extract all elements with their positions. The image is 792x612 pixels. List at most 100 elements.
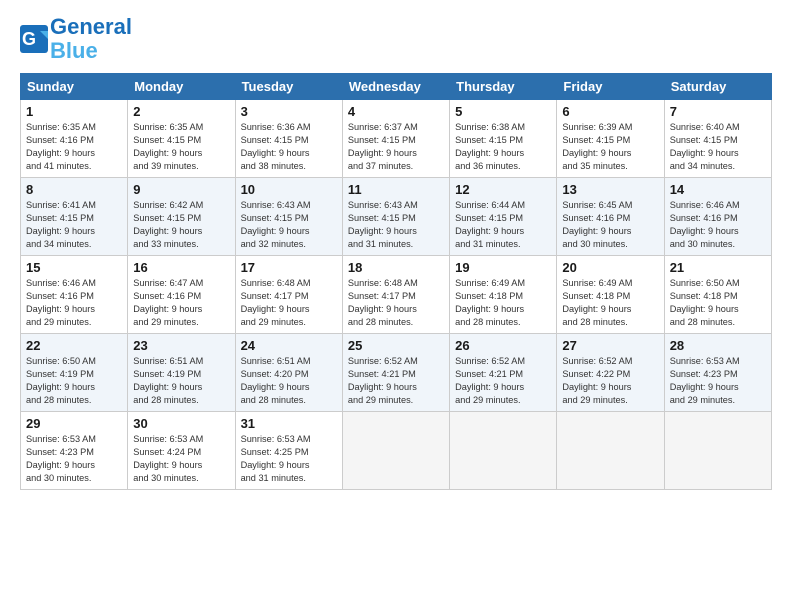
- week-row-2: 8 Sunrise: 6:41 AMSunset: 4:15 PMDaylight…: [21, 178, 772, 256]
- day-number: 30: [133, 416, 229, 431]
- day-cell: 29 Sunrise: 6:53 AMSunset: 4:23 PMDayligh…: [21, 412, 128, 490]
- day-cell: 14Sunrise: 6:46 AMSunset: 4:16 PMDayligh…: [664, 178, 771, 256]
- day-cell: 24 Sunrise: 6:51 AMSunset: 4:20 PMDayligh…: [235, 334, 342, 412]
- day-info: Sunrise: 6:52 AMSunset: 4:21 PMDaylight:…: [455, 355, 551, 407]
- calendar-table: SundayMondayTuesdayWednesdayThursdayFrid…: [20, 73, 772, 490]
- day-number: 27: [562, 338, 658, 353]
- day-info: Sunrise: 6:49 AMSunset: 4:18 PMDaylight:…: [562, 277, 658, 329]
- day-info: Sunrise: 6:49 AMSunset: 4:18 PMDaylight:…: [455, 277, 551, 329]
- day-number: 6: [562, 104, 658, 119]
- day-number: 28: [670, 338, 766, 353]
- day-number: 5: [455, 104, 551, 119]
- day-number: 23: [133, 338, 229, 353]
- day-number: 21: [670, 260, 766, 275]
- day-info: Sunrise: 6:42 AMSunset: 4:15 PMDaylight:…: [133, 199, 229, 251]
- day-number: 8: [26, 182, 122, 197]
- day-info: Sunrise: 6:38 AMSunset: 4:15 PMDaylight:…: [455, 121, 551, 173]
- day-info: Sunrise: 6:37 AMSunset: 4:15 PMDaylight:…: [348, 121, 444, 173]
- day-cell: 10Sunrise: 6:43 AMSunset: 4:15 PMDayligh…: [235, 178, 342, 256]
- day-info: Sunrise: 6:44 AMSunset: 4:15 PMDaylight:…: [455, 199, 551, 251]
- day-number: 4: [348, 104, 444, 119]
- day-cell: 25 Sunrise: 6:52 AMSunset: 4:21 PMDayligh…: [342, 334, 449, 412]
- day-info: Sunrise: 6:45 AMSunset: 4:16 PMDaylight:…: [562, 199, 658, 251]
- day-cell: [557, 412, 664, 490]
- day-info: Sunrise: 6:40 AMSunset: 4:15 PMDaylight:…: [670, 121, 766, 173]
- day-number: 26: [455, 338, 551, 353]
- day-cell: 5 Sunrise: 6:38 AMSunset: 4:15 PMDaylight…: [450, 100, 557, 178]
- day-cell: 31 Sunrise: 6:53 AMSunset: 4:25 PMDayligh…: [235, 412, 342, 490]
- day-number: 19: [455, 260, 551, 275]
- day-info: Sunrise: 6:50 AMSunset: 4:19 PMDaylight:…: [26, 355, 122, 407]
- day-info: Sunrise: 6:46 AMSunset: 4:16 PMDaylight:…: [26, 277, 122, 329]
- day-info: Sunrise: 6:51 AMSunset: 4:20 PMDaylight:…: [241, 355, 337, 407]
- day-info: Sunrise: 6:52 AMSunset: 4:21 PMDaylight:…: [348, 355, 444, 407]
- day-cell: 21 Sunrise: 6:50 AMSunset: 4:18 PMDayligh…: [664, 256, 771, 334]
- day-info: Sunrise: 6:53 AMSunset: 4:23 PMDaylight:…: [26, 433, 122, 485]
- page: G GeneralBlue SundayMondayTuesdayWednesd…: [0, 0, 792, 612]
- weekday-header-wednesday: Wednesday: [342, 74, 449, 100]
- day-number: 9: [133, 182, 229, 197]
- day-number: 12: [455, 182, 551, 197]
- day-cell: 3 Sunrise: 6:36 AMSunset: 4:15 PMDaylight…: [235, 100, 342, 178]
- day-cell: 16 Sunrise: 6:47 AMSunset: 4:16 PMDayligh…: [128, 256, 235, 334]
- week-row-1: 1Sunrise: 6:35 AMSunset: 4:16 PMDaylight…: [21, 100, 772, 178]
- day-cell: 12 Sunrise: 6:44 AMSunset: 4:15 PMDayligh…: [450, 178, 557, 256]
- day-info: Sunrise: 6:46 AMSunset: 4:16 PMDaylight:…: [670, 199, 766, 251]
- day-info: Sunrise: 6:39 AMSunset: 4:15 PMDaylight:…: [562, 121, 658, 173]
- day-number: 2: [133, 104, 229, 119]
- header-row: SundayMondayTuesdayWednesdayThursdayFrid…: [21, 74, 772, 100]
- day-cell: 26 Sunrise: 6:52 AMSunset: 4:21 PMDayligh…: [450, 334, 557, 412]
- day-number: 10: [241, 182, 337, 197]
- day-number: 15: [26, 260, 122, 275]
- day-cell: 22Sunrise: 6:50 AMSunset: 4:19 PMDayligh…: [21, 334, 128, 412]
- day-info: Sunrise: 6:53 AMSunset: 4:23 PMDaylight:…: [670, 355, 766, 407]
- day-number: 16: [133, 260, 229, 275]
- day-cell: 17 Sunrise: 6:48 AMSunset: 4:17 PMDayligh…: [235, 256, 342, 334]
- day-info: Sunrise: 6:36 AMSunset: 4:15 PMDaylight:…: [241, 121, 337, 173]
- day-number: 1: [26, 104, 122, 119]
- day-cell: 7 Sunrise: 6:40 AMSunset: 4:15 PMDaylight…: [664, 100, 771, 178]
- day-info: Sunrise: 6:47 AMSunset: 4:16 PMDaylight:…: [133, 277, 229, 329]
- day-info: Sunrise: 6:41 AMSunset: 4:15 PMDaylight:…: [26, 199, 122, 251]
- day-info: Sunrise: 6:35 AMSunset: 4:15 PMDaylight:…: [133, 121, 229, 173]
- day-cell: 30 Sunrise: 6:53 AMSunset: 4:24 PMDayligh…: [128, 412, 235, 490]
- header: G GeneralBlue: [20, 15, 772, 63]
- day-cell: [450, 412, 557, 490]
- day-cell: 28 Sunrise: 6:53 AMSunset: 4:23 PMDayligh…: [664, 334, 771, 412]
- logo-icon: G: [20, 25, 48, 53]
- weekday-header-thursday: Thursday: [450, 74, 557, 100]
- day-info: Sunrise: 6:53 AMSunset: 4:24 PMDaylight:…: [133, 433, 229, 485]
- day-info: Sunrise: 6:48 AMSunset: 4:17 PMDaylight:…: [241, 277, 337, 329]
- day-number: 31: [241, 416, 337, 431]
- day-number: 3: [241, 104, 337, 119]
- day-number: 13: [562, 182, 658, 197]
- day-cell: 20 Sunrise: 6:49 AMSunset: 4:18 PMDayligh…: [557, 256, 664, 334]
- weekday-header-saturday: Saturday: [664, 74, 771, 100]
- week-row-3: 15 Sunrise: 6:46 AMSunset: 4:16 PMDayligh…: [21, 256, 772, 334]
- week-row-4: 22Sunrise: 6:50 AMSunset: 4:19 PMDayligh…: [21, 334, 772, 412]
- day-info: Sunrise: 6:43 AMSunset: 4:15 PMDaylight:…: [348, 199, 444, 251]
- day-cell: 6 Sunrise: 6:39 AMSunset: 4:15 PMDaylight…: [557, 100, 664, 178]
- logo-text: GeneralBlue: [50, 15, 132, 63]
- day-number: 29: [26, 416, 122, 431]
- day-info: Sunrise: 6:53 AMSunset: 4:25 PMDaylight:…: [241, 433, 337, 485]
- weekday-header-monday: Monday: [128, 74, 235, 100]
- week-row-5: 29 Sunrise: 6:53 AMSunset: 4:23 PMDayligh…: [21, 412, 772, 490]
- day-info: Sunrise: 6:52 AMSunset: 4:22 PMDaylight:…: [562, 355, 658, 407]
- day-cell: 13 Sunrise: 6:45 AMSunset: 4:16 PMDayligh…: [557, 178, 664, 256]
- day-number: 7: [670, 104, 766, 119]
- day-cell: 15 Sunrise: 6:46 AMSunset: 4:16 PMDayligh…: [21, 256, 128, 334]
- day-number: 17: [241, 260, 337, 275]
- day-number: 24: [241, 338, 337, 353]
- day-cell: [664, 412, 771, 490]
- day-cell: 9 Sunrise: 6:42 AMSunset: 4:15 PMDaylight…: [128, 178, 235, 256]
- day-cell: 1Sunrise: 6:35 AMSunset: 4:16 PMDaylight…: [21, 100, 128, 178]
- day-cell: 18Sunrise: 6:48 AMSunset: 4:17 PMDayligh…: [342, 256, 449, 334]
- day-cell: 4 Sunrise: 6:37 AMSunset: 4:15 PMDaylight…: [342, 100, 449, 178]
- weekday-header-sunday: Sunday: [21, 74, 128, 100]
- day-info: Sunrise: 6:51 AMSunset: 4:19 PMDaylight:…: [133, 355, 229, 407]
- day-number: 20: [562, 260, 658, 275]
- day-info: Sunrise: 6:50 AMSunset: 4:18 PMDaylight:…: [670, 277, 766, 329]
- day-number: 25: [348, 338, 444, 353]
- day-cell: 23 Sunrise: 6:51 AMSunset: 4:19 PMDayligh…: [128, 334, 235, 412]
